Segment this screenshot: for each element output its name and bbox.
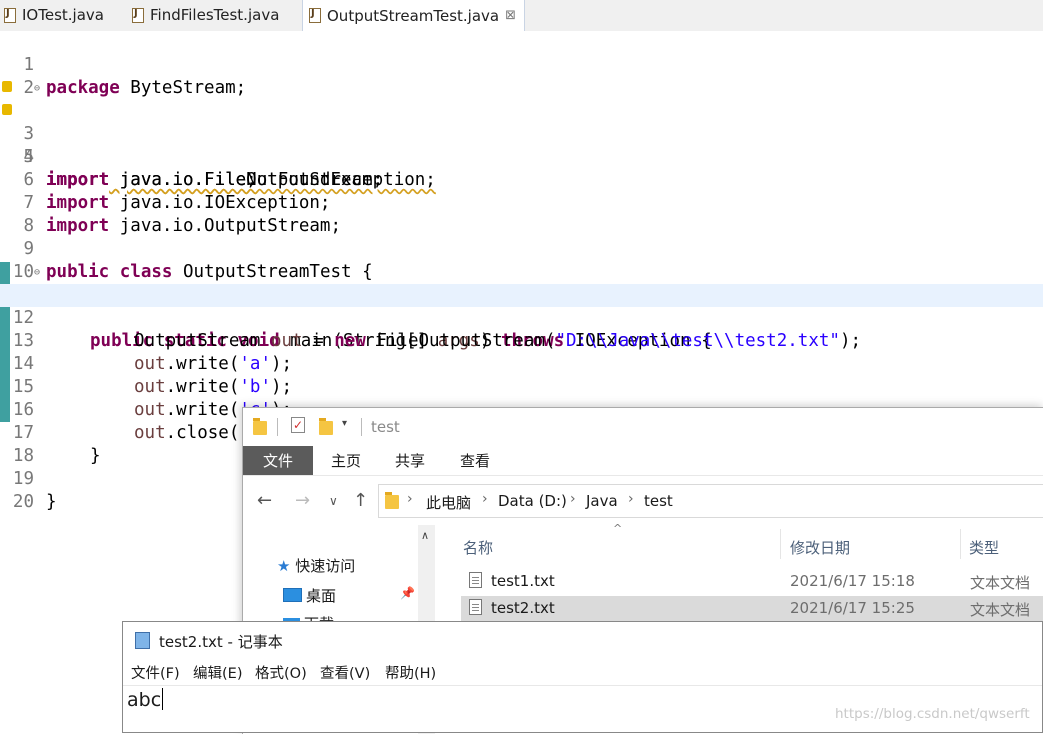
breadcrumb-java[interactable]: Java xyxy=(586,492,618,510)
file-row[interactable]: test1.txt 2021/6/17 15:18 文本文档 xyxy=(461,569,1043,594)
chevron-right-icon[interactable]: › xyxy=(628,491,634,507)
nav-item-desktop[interactable]: 桌面 📌 xyxy=(283,585,415,606)
code-line: 14 out.write('b'); xyxy=(12,354,293,397)
notepad-titlebar: test2.txt - 记事本 xyxy=(123,622,1042,658)
menu-edit[interactable]: 编辑(E) xyxy=(193,662,242,683)
sort-indicator-icon: ^ xyxy=(613,522,623,535)
text-caret xyxy=(162,688,164,710)
column-header-type[interactable]: 类型 xyxy=(969,537,999,558)
back-arrow-icon[interactable]: ← xyxy=(257,490,272,511)
notepad-icon xyxy=(135,632,150,649)
code-line: 1 package ByteStream; xyxy=(23,55,247,98)
code-line: 7 import java.io.OutputStream; xyxy=(23,193,342,236)
nav-label: 快速访问 xyxy=(295,557,356,575)
ribbon-tab-home[interactable]: 主页 xyxy=(331,446,361,475)
menu-view[interactable]: 查看(V) xyxy=(320,662,370,683)
code-line: 3 ⊖ import java.io.File; xyxy=(0,77,1043,190)
folder-icon xyxy=(253,418,267,435)
menu-help[interactable]: 帮助(H) xyxy=(385,662,436,683)
column-header-name[interactable]: 名称 xyxy=(463,537,493,558)
code-line: 5 import java.io.FileOutputStream; xyxy=(23,147,384,190)
chevron-right-icon[interactable]: › xyxy=(482,491,488,507)
file-name: test2.txt xyxy=(491,599,555,617)
tab-label: IOTest.java xyxy=(22,6,104,24)
file-name: test1.txt xyxy=(491,572,555,590)
nav-item-quick-access[interactable]: ★ 快速访问 xyxy=(277,555,355,576)
address-bar[interactable]: › 此电脑 › Data (D:) › Java › test xyxy=(378,484,1043,518)
breadcrumb-this-pc[interactable]: 此电脑 xyxy=(426,492,471,513)
file-modified: 2021/6/17 15:18 xyxy=(790,572,915,590)
code-line: 13 out.write('a'); xyxy=(12,331,293,374)
window-title: test xyxy=(371,418,400,436)
notepad-text-area[interactable]: abc xyxy=(127,688,164,711)
menu-format[interactable]: 格式(O) xyxy=(255,662,307,683)
file-type: 文本文档 xyxy=(970,601,1031,619)
watermark: https://blog.csdn.net/qwserft xyxy=(835,706,1030,722)
new-folder-icon[interactable] xyxy=(319,418,333,435)
file-list-header: ^ 名称 修改日期 类型 xyxy=(455,522,1043,565)
breadcrumb-test[interactable]: test xyxy=(644,492,673,510)
text-file-icon xyxy=(469,572,482,588)
code-line: 16 out.close(); xyxy=(12,400,261,443)
recent-locations-chevron-icon[interactable]: ∨ xyxy=(329,494,338,508)
java-file-icon xyxy=(132,7,144,23)
nav-label: 桌面 xyxy=(306,587,337,605)
chevron-right-icon[interactable]: › xyxy=(570,491,576,507)
chevron-right-icon[interactable]: › xyxy=(407,491,413,507)
tab-iotest[interactable]: IOTest.java xyxy=(4,0,104,30)
address-row: ← → ∨ ↑ › 此电脑 › Data (D:) › Java › test xyxy=(243,475,1043,526)
pin-icon[interactable]: 📌 xyxy=(400,586,415,600)
desktop-icon xyxy=(283,588,302,602)
code-line: 15 out.write('c'); xyxy=(12,377,292,420)
java-file-icon xyxy=(4,7,16,23)
file-row-selected[interactable]: test2.txt 2021/6/17 15:25 文本文档 xyxy=(461,596,1043,621)
code-line: 10 xyxy=(12,262,34,282)
scroll-up-icon[interactable]: ∧ xyxy=(421,529,429,542)
column-header-modified[interactable]: 修改日期 xyxy=(790,537,850,558)
explorer-titlebar: ✓ ▾ test xyxy=(243,408,1043,446)
code-line: 9 public class OutputStreamTest { xyxy=(23,239,373,282)
code-line: 2 xyxy=(23,78,34,98)
code-line: 6 import java.io.IOException; xyxy=(23,170,331,213)
code-line: 8 xyxy=(23,216,34,236)
notepad-content: abc xyxy=(127,689,162,711)
menu-file[interactable]: 文件(F) xyxy=(131,662,180,683)
properties-icon[interactable]: ✓ xyxy=(291,417,305,433)
code-line: 11 ⊖ public static void main(String[] ar… xyxy=(0,261,1043,351)
folder-icon xyxy=(385,492,399,509)
ribbon-tab-view[interactable]: 查看 xyxy=(460,446,490,475)
code-line: 4 import java.io.FileNotFoundException; xyxy=(0,100,1043,190)
ribbon-tab-file[interactable]: 文件 xyxy=(243,446,313,475)
ribbon-tabs: 文件 主页 共享 查看 xyxy=(243,446,1043,475)
forward-arrow-icon[interactable]: → xyxy=(295,490,310,511)
code-line-current: 12 OutputStream out = new FileOutputStre… xyxy=(0,284,1043,351)
editor-tab-bar: IOTest.java FindFilesTest.java OutputStr… xyxy=(0,0,1043,32)
warning-icon[interactable] xyxy=(2,104,12,115)
tab-label: FindFilesTest.java xyxy=(150,6,280,24)
tab-outputstreamtest[interactable]: OutputStreamTest.java ⊠ xyxy=(302,0,526,31)
java-file-icon xyxy=(309,8,321,23)
customize-toolbar-icon[interactable]: ▾ xyxy=(342,418,347,429)
breadcrumb-drive[interactable]: Data (D:) xyxy=(498,492,567,510)
tab-label: OutputStreamTest.java xyxy=(327,6,500,25)
notepad-title: test2.txt - 记事本 xyxy=(159,633,283,651)
notepad-menubar: 文件(F) 编辑(E) 格式(O) 查看(V) 帮助(H) xyxy=(123,658,1042,686)
warning-icon[interactable] xyxy=(2,81,12,92)
tab-findfilestest[interactable]: FindFilesTest.java xyxy=(132,0,279,30)
ribbon-tab-share[interactable]: 共享 xyxy=(395,446,425,475)
file-type: 文本文档 xyxy=(970,574,1031,592)
file-modified: 2021/6/17 15:25 xyxy=(790,599,915,617)
fold-icon[interactable]: ⊖ xyxy=(34,261,40,284)
fold-icon[interactable]: ⊖ xyxy=(34,77,40,100)
close-tab-icon[interactable]: ⊠ xyxy=(505,8,516,23)
up-arrow-icon[interactable]: ↑ xyxy=(353,490,368,511)
text-file-icon xyxy=(469,599,482,615)
star-icon: ★ xyxy=(277,557,291,575)
